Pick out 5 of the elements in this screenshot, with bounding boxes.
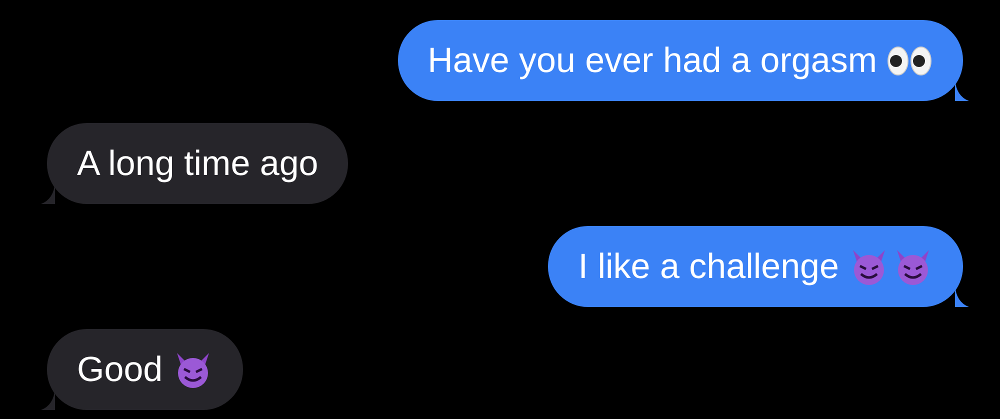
- message-text: I like a challenge: [578, 246, 839, 286]
- message-text: Good: [77, 350, 163, 390]
- message-text: A long time ago: [77, 144, 318, 184]
- message-text: Have you ever had a orgasm: [428, 40, 877, 80]
- eyes-icon: [887, 46, 933, 76]
